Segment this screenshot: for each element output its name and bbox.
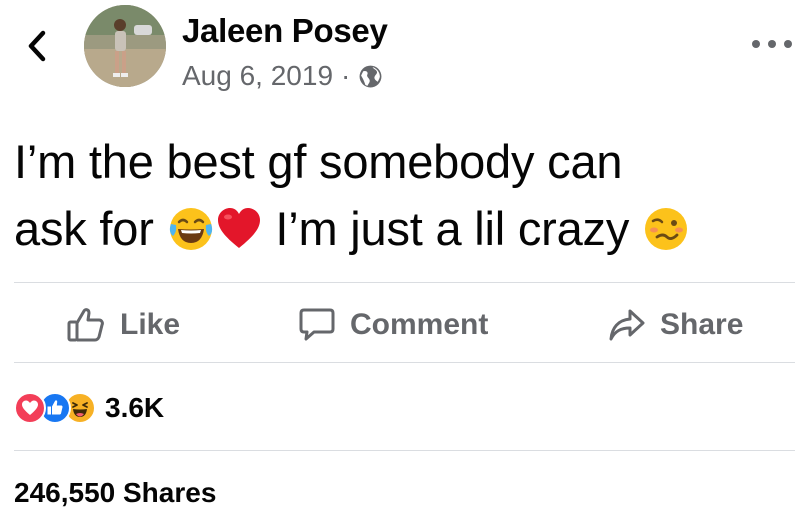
dot bbox=[768, 40, 776, 48]
divider bbox=[14, 362, 795, 363]
post-meta: Aug 6, 2019 · bbox=[182, 60, 383, 92]
reactions-count: 3.6K bbox=[105, 392, 165, 423]
meta-separator: · bbox=[341, 60, 351, 91]
post-text-segment: ask for bbox=[14, 202, 167, 255]
dot bbox=[752, 40, 760, 48]
divider bbox=[14, 282, 795, 283]
post-text-line-2: ask for I’m just a lil crazy bbox=[14, 195, 794, 262]
share-button[interactable]: Share bbox=[608, 290, 743, 360]
post-header: Jaleen Posey Aug 6, 2019 · bbox=[0, 0, 809, 110]
chevron-left-icon bbox=[28, 30, 46, 62]
face-with-tears-of-joy-icon bbox=[169, 208, 212, 250]
post-date[interactable]: Aug 6, 2019 bbox=[182, 60, 333, 92]
avatar-photo bbox=[84, 5, 166, 87]
post-text-line-1: I’m the best gf somebody can bbox=[14, 135, 623, 188]
author-avatar[interactable] bbox=[84, 5, 166, 87]
like-label: Like bbox=[120, 308, 181, 341]
comment-label: Comment bbox=[350, 308, 489, 341]
thumbs-up-icon bbox=[67, 308, 104, 342]
shares-count[interactable]: 246,550 Shares bbox=[14, 477, 216, 509]
comment-button[interactable]: Comment bbox=[298, 290, 488, 360]
more-options-button[interactable] bbox=[752, 32, 792, 56]
back-button[interactable] bbox=[20, 26, 54, 66]
post-body: I’m the best gf somebody can ask for I’m… bbox=[14, 128, 794, 262]
love-reaction-icon bbox=[14, 392, 46, 424]
divider bbox=[14, 450, 795, 451]
share-arrow-icon bbox=[609, 309, 645, 341]
globe-icon bbox=[358, 64, 383, 89]
author-name[interactable]: Jaleen Posey bbox=[182, 12, 388, 50]
dot bbox=[784, 40, 792, 48]
like-button[interactable]: Like bbox=[66, 290, 180, 360]
share-label: Share bbox=[660, 308, 744, 341]
post-actions: Like Comment Share bbox=[0, 290, 809, 360]
comment-icon bbox=[299, 308, 335, 341]
post-text-segment: I’m just a lil crazy bbox=[262, 202, 643, 255]
reactions-summary[interactable]: 3.6K bbox=[14, 388, 164, 428]
red-heart-icon bbox=[217, 208, 260, 248]
woozy-face-icon bbox=[645, 208, 688, 250]
reaction-icons bbox=[14, 392, 96, 424]
